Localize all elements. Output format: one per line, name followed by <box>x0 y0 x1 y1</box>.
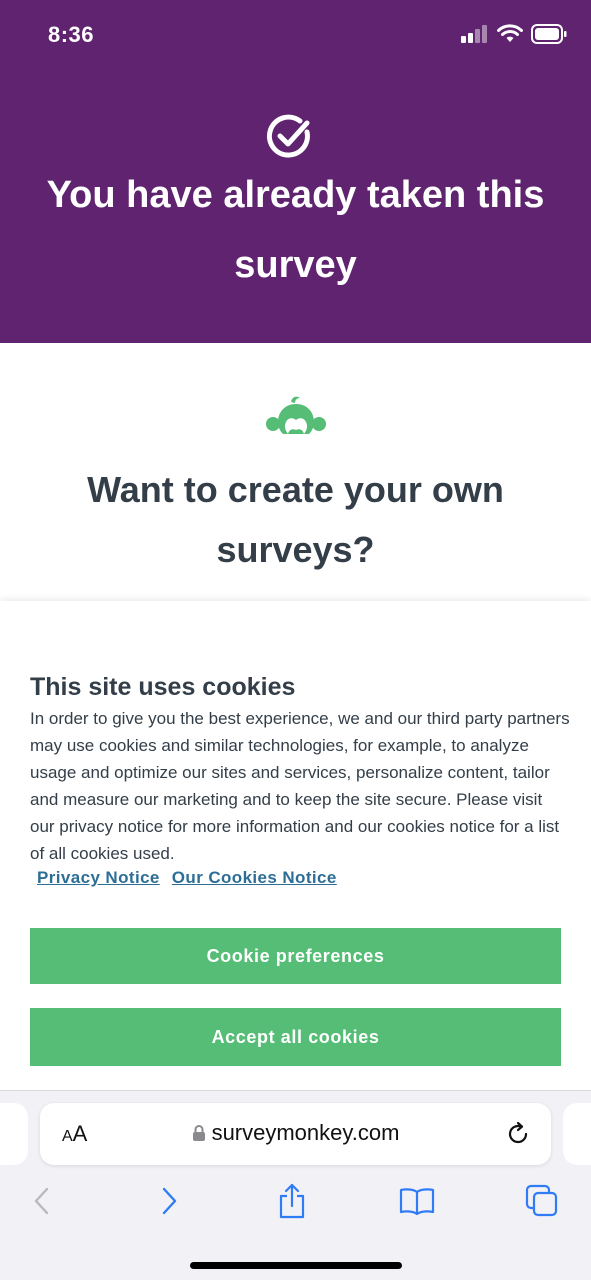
tabs-icon <box>525 1184 558 1217</box>
cookie-banner-title: This site uses cookies <box>30 673 296 701</box>
cookie-banner: This site uses cookies In order to give … <box>0 601 591 1090</box>
battery-icon <box>531 24 567 44</box>
url-display[interactable]: surveymonkey.com <box>40 1120 551 1146</box>
cookie-banner-text: In order to give you the best experience… <box>30 709 570 863</box>
reload-icon[interactable] <box>505 1121 531 1147</box>
share-button[interactable] <box>272 1181 312 1221</box>
promo-title: Want to create your own surveys? <box>87 469 504 570</box>
check-circle-icon <box>266 114 310 158</box>
back-icon <box>34 1187 49 1215</box>
surveymonkey-logo-icon <box>266 396 326 434</box>
cellular-signal-icon <box>461 25 487 43</box>
share-icon <box>279 1183 305 1219</box>
previous-tab-peek[interactable] <box>0 1103 28 1165</box>
bookmarks-icon <box>399 1188 435 1216</box>
forward-icon <box>162 1187 177 1215</box>
address-bar[interactable]: AA surveymonkey.com <box>40 1103 551 1165</box>
lock-icon <box>192 1125 205 1141</box>
cookie-preferences-button[interactable]: Cookie preferences <box>30 928 561 984</box>
cookie-links: Privacy Notice Our Cookies Notice <box>37 868 337 888</box>
bookmarks-button[interactable] <box>397 1181 437 1221</box>
next-tab-peek[interactable] <box>563 1103 591 1165</box>
tabs-button[interactable] <box>522 1181 562 1221</box>
status-icons <box>461 24 567 44</box>
accept-all-cookies-button[interactable]: Accept all cookies <box>30 1008 561 1066</box>
safari-bottom-bar: AA surveymonkey.com <box>0 1090 591 1280</box>
back-button[interactable] <box>22 1181 62 1221</box>
wifi-icon <box>497 24 523 42</box>
forward-button[interactable] <box>149 1181 189 1221</box>
privacy-notice-link[interactable]: Privacy Notice <box>37 868 160 888</box>
cookies-notice-link[interactable]: Our Cookies Notice <box>172 868 337 888</box>
safari-toolbar <box>0 1181 591 1231</box>
home-indicator <box>190 1262 402 1269</box>
url-text: surveymonkey.com <box>211 1120 400 1145</box>
status-bar: 8:36 <box>0 0 591 70</box>
status-time: 8:36 <box>48 22 95 47</box>
survey-complete-header: 8:36 You have already taken this survey <box>0 0 591 343</box>
header-title: You have already taken this survey <box>46 174 545 286</box>
